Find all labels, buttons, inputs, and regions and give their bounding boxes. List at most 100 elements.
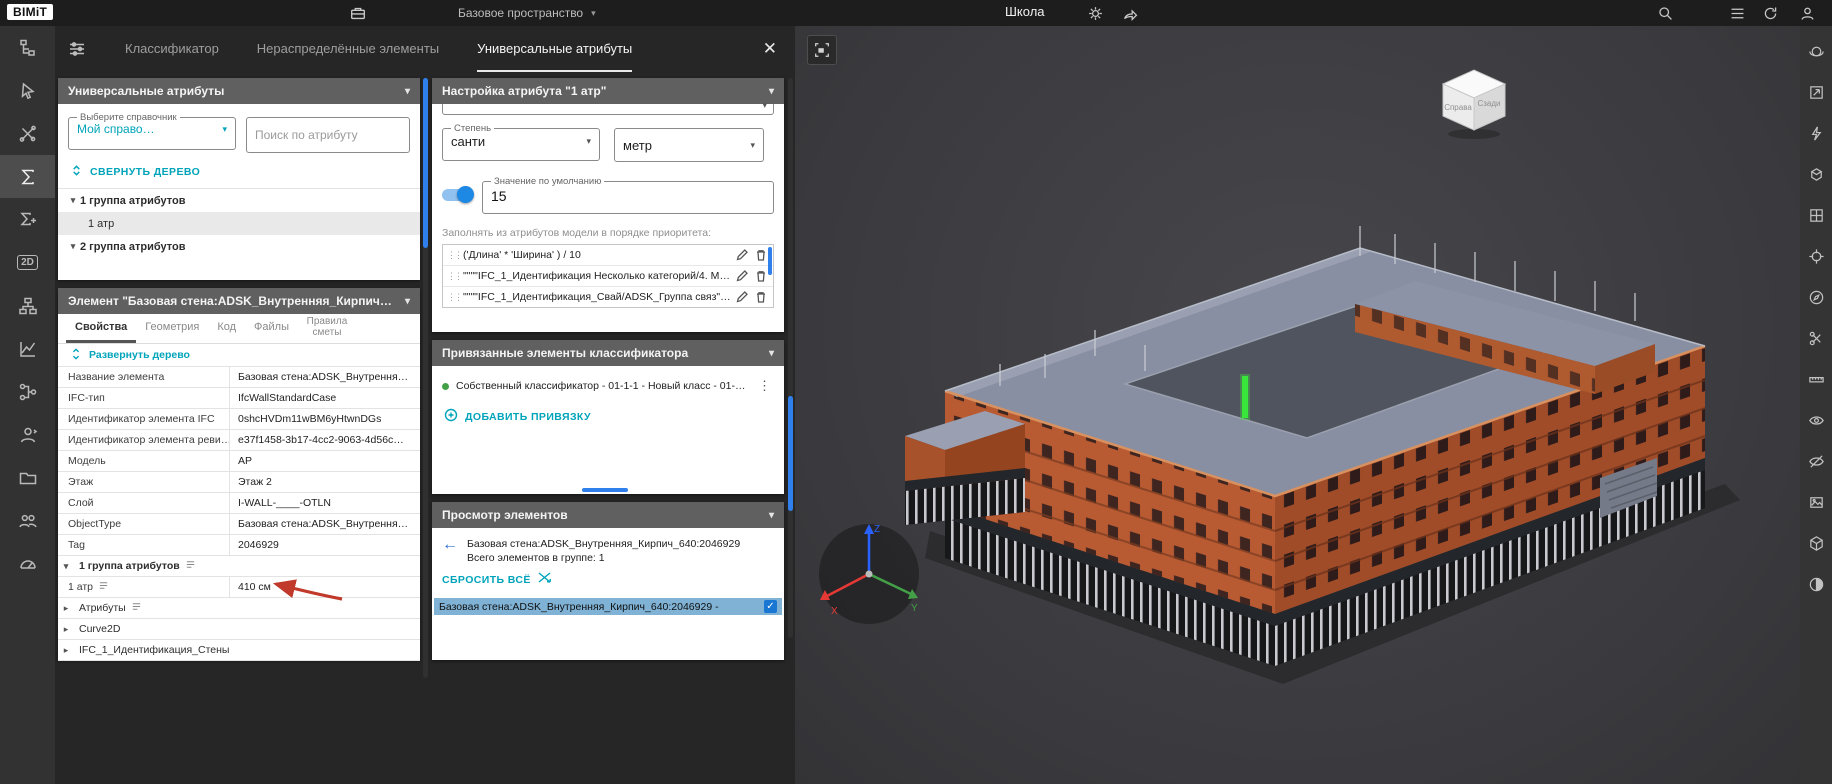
lightning-icon[interactable]: [1806, 124, 1826, 142]
edit-pencil-icon[interactable]: [735, 248, 750, 263]
cube-face-label-left[interactable]: Справа: [1444, 103, 1472, 112]
edit-pencil-icon[interactable]: [735, 290, 750, 305]
sync-icon[interactable]: [1760, 3, 1780, 23]
gauge-icon[interactable]: [0, 542, 55, 585]
tree-item-1-atr[interactable]: 1 атр: [58, 212, 420, 235]
tab-files[interactable]: Файлы: [245, 314, 298, 343]
universal-attributes-header[interactable]: Универсальные атрибуты ▾: [58, 78, 420, 104]
drag-handle-icon[interactable]: ⋮⋮: [447, 250, 459, 261]
priority-list-scrollbar[interactable]: [768, 247, 772, 275]
gear-icon[interactable]: [1085, 3, 1105, 23]
close-icon[interactable]: ✕: [763, 39, 777, 59]
tree-group-1[interactable]: ▾ 1 группа атрибутов: [58, 189, 420, 212]
line-chart-icon[interactable]: [0, 327, 55, 370]
delete-trash-icon[interactable]: [754, 269, 769, 284]
tab-unallocated-elements[interactable]: Нераспределённые элементы: [257, 26, 439, 72]
classifier-bindings-header[interactable]: Привязанные элементы классификатора ▾: [432, 340, 784, 366]
palette-icon[interactable]: [1806, 575, 1826, 593]
kebab-menu-icon[interactable]: ⋮: [755, 378, 774, 394]
cropped-dropdown[interactable]: ▾: [442, 104, 774, 115]
org-chart-icon[interactable]: [0, 284, 55, 327]
tune-icon[interactable]: [67, 39, 87, 59]
tab-estimate-rules[interactable]: Правила сметы: [298, 314, 356, 343]
user-sync-icon[interactable]: [0, 413, 55, 456]
crosshair-icon[interactable]: [1806, 247, 1826, 265]
2d-icon[interactable]: 2D: [0, 241, 55, 284]
compass-icon[interactable]: [1806, 288, 1826, 306]
scrollbar-column-2[interactable]: [788, 78, 793, 638]
element-panel-header[interactable]: Элемент "Базовая стена:ADSK_Внутренняя_К…: [58, 288, 420, 314]
sigma-icon[interactable]: [0, 155, 55, 198]
navigation-cube[interactable]: Справа Сзади: [1431, 60, 1517, 144]
grid-icon[interactable]: [1806, 206, 1826, 224]
edit-pencil-icon[interactable]: [735, 269, 750, 284]
attribute-group-row[interactable]: ▾ 1 группа атрибутов: [58, 556, 420, 577]
unit-dropdown[interactable]: метр ▾: [614, 128, 764, 162]
user-icon[interactable]: [1797, 3, 1817, 23]
tab-geometry[interactable]: Геометрия: [136, 314, 208, 343]
cube-icon[interactable]: [1806, 534, 1826, 552]
delete-trash-icon[interactable]: [754, 248, 769, 263]
attribute-search-input[interactable]: [246, 117, 410, 153]
list-icon[interactable]: [1727, 3, 1747, 23]
expand-tree-button[interactable]: Развернуть дерево: [58, 344, 420, 366]
priority-list-item[interactable]: ⋮⋮ ('Длина' * 'Ширина' ) / 10: [443, 245, 773, 266]
cube-face-label-right[interactable]: Сзади: [1477, 99, 1500, 108]
orbit-icon[interactable]: [1806, 42, 1826, 60]
reset-all-button[interactable]: СБРОСИТЬ ВСЁ: [442, 572, 784, 587]
degree-dropdown[interactable]: Степень санти▾: [442, 123, 600, 161]
attribute-value-cell[interactable]: 410 см: [230, 581, 420, 593]
attr-menu-icon[interactable]: [98, 580, 109, 594]
image-icon[interactable]: [1806, 493, 1826, 511]
tree-group-2[interactable]: ▾ 2 группа атрибутов: [58, 235, 420, 258]
structure-tree-icon[interactable]: [0, 26, 55, 69]
folder-share-icon[interactable]: [0, 456, 55, 499]
ruler-icon[interactable]: [1806, 370, 1826, 388]
connections-icon[interactable]: [0, 112, 55, 155]
drag-handle-icon[interactable]: ⋮⋮: [447, 292, 459, 303]
section-cube-icon[interactable]: [1806, 165, 1826, 183]
frame-arrow-icon[interactable]: [1806, 83, 1826, 101]
select-cursor-icon[interactable]: [0, 69, 55, 112]
search-icon[interactable]: [1655, 3, 1675, 23]
viewport-3d[interactable]: Справа Сзади X Y Z: [795, 26, 1800, 784]
binding-list-item[interactable]: Собственный классификатор - 01-1-1 - Нов…: [432, 366, 784, 394]
back-arrow-icon[interactable]: ←: [442, 537, 458, 564]
collapsed-row-ifc-identification[interactable]: ▸ IFC_1_Идентификация_Стены: [58, 640, 420, 661]
row-menu-icon[interactable]: [131, 601, 142, 615]
horizontal-scrollbar[interactable]: [582, 488, 628, 492]
group-menu-icon[interactable]: [185, 559, 196, 573]
elements-view-header[interactable]: Просмотр элементов ▾: [432, 502, 784, 528]
scrollbar-column-1[interactable]: [423, 78, 428, 678]
default-value-toggle[interactable]: [442, 189, 472, 201]
building-model[interactable]: [795, 26, 1800, 784]
scissors-icon[interactable]: [1806, 329, 1826, 347]
collapsed-row-attributes[interactable]: ▸ Атрибуты: [58, 598, 420, 619]
default-value-input[interactable]: 15: [491, 188, 765, 204]
collapse-tree-button[interactable]: СВЕРНУТЬ ДЕРЕВО: [70, 164, 420, 180]
sigma-plus-icon[interactable]: [0, 198, 55, 241]
share-icon[interactable]: [1120, 3, 1140, 23]
checkbox-checked[interactable]: ✓: [764, 600, 777, 613]
default-value-field[interactable]: Значение по умолчанию 15: [482, 176, 774, 214]
delete-trash-icon[interactable]: [754, 290, 769, 305]
eye-off-icon[interactable]: [1806, 452, 1826, 470]
priority-list-item[interactable]: ⋮⋮ """"IFC_1_Идентификация_Свай/ADSK_Гру…: [443, 287, 773, 308]
priority-list-item[interactable]: ⋮⋮ """"IFC_1_Идентификация Несколько кат…: [443, 266, 773, 287]
element-result-row[interactable]: Базовая стена:ADSK_Внутренняя_Кирпич_640…: [434, 598, 782, 615]
directory-dropdown[interactable]: Выберите справочник Мой справо…▾: [68, 112, 236, 150]
branch-icon[interactable]: [0, 370, 55, 413]
eye-icon[interactable]: [1806, 411, 1826, 429]
axis-gizmo[interactable]: X Y Z: [811, 516, 927, 632]
tab-universal-attributes[interactable]: Универсальные атрибуты: [477, 26, 632, 72]
add-binding-button[interactable]: ДОБАВИТЬ ПРИВЯЗКУ: [444, 408, 784, 425]
workspace-selector[interactable]: Базовое пространство ▾: [448, 0, 606, 26]
tab-code[interactable]: Код: [208, 314, 245, 343]
collapsed-row-curve2d[interactable]: ▸ Curve2D: [58, 619, 420, 640]
tab-properties[interactable]: Свойства: [66, 314, 136, 343]
users-icon[interactable]: [0, 499, 55, 542]
briefcase-icon[interactable]: [348, 3, 368, 23]
tab-classifier[interactable]: Классификатор: [125, 26, 219, 72]
selection-region-tool[interactable]: [807, 35, 837, 65]
drag-handle-icon[interactable]: ⋮⋮: [447, 271, 459, 282]
